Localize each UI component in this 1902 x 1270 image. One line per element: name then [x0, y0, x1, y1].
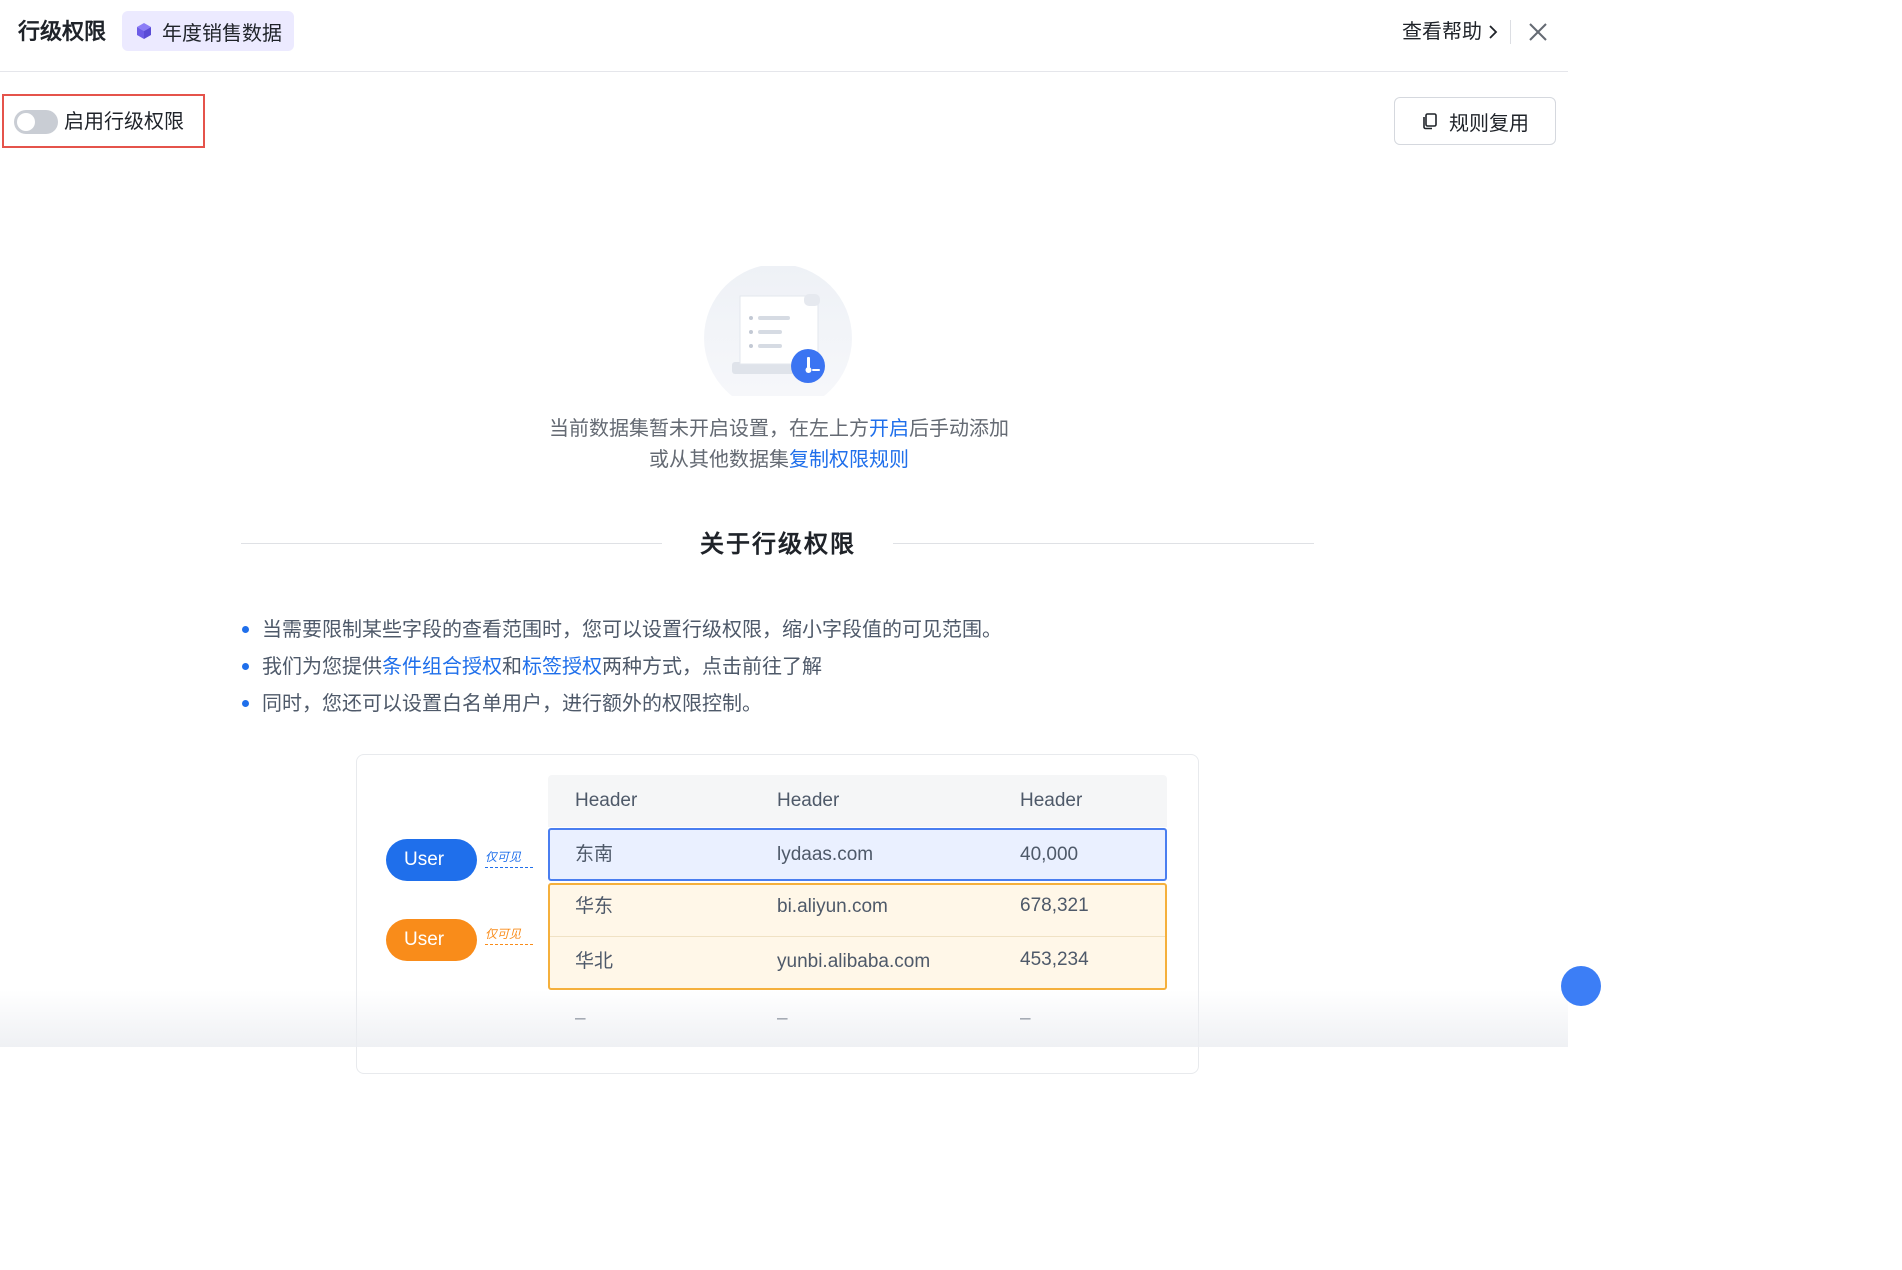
- table-cell: –: [777, 1008, 788, 1029]
- enable-link[interactable]: 开启: [869, 418, 909, 440]
- table-cell: 678,321: [1020, 895, 1089, 916]
- floating-assistant-button[interactable]: [1561, 966, 1601, 1006]
- section-divider-right: [893, 543, 1314, 544]
- bullet-text: 和: [502, 656, 522, 678]
- copy-icon: [1423, 113, 1437, 130]
- bullet-item: 我们为您提供条件组合授权和标签授权两种方式，点击前往了解: [240, 649, 1240, 686]
- row-divider: [550, 936, 1165, 937]
- cube-icon: [137, 23, 151, 39]
- empty-document-illustration: [704, 266, 852, 396]
- help-label: 查看帮助: [1402, 21, 1482, 43]
- user-a-visible-only-label: 仅可见: [485, 849, 533, 868]
- close-icon[interactable]: [1526, 20, 1550, 44]
- empty-state-line-2: 或从其他数据集复制权限规则: [384, 445, 1174, 476]
- dataset-tag[interactable]: 年度销售数据: [122, 11, 294, 51]
- table-cell: –: [1020, 1008, 1031, 1029]
- table-cell: 华北: [575, 951, 614, 972]
- table-cell: –: [575, 1008, 586, 1029]
- switch-knob: [17, 113, 35, 131]
- bullet-text: 当需要限制某些字段的查看范围时，您可以设置行级权限，缩小字段值的可见范围。: [262, 619, 1002, 641]
- empty-line1-suffix: 后手动添加: [909, 418, 1009, 440]
- about-section-title: 关于行级权限: [700, 531, 856, 558]
- table-cell: yunbi.alibaba.com: [777, 951, 931, 972]
- table-cell: 东南: [575, 844, 614, 865]
- header-divider: [1510, 20, 1511, 44]
- table-cell: bi.aliyun.com: [777, 896, 888, 917]
- row-permission-toggle-group: 启用行级权限: [2, 94, 205, 148]
- empty-line1-prefix: 当前数据集暂未开启设置，在左上方: [549, 418, 869, 440]
- rule-reuse-button[interactable]: 规则复用: [1394, 97, 1556, 145]
- table-header-cell: Header: [1020, 790, 1083, 811]
- condition-combination-link[interactable]: 条件组合授权: [382, 656, 502, 678]
- tag-authorization-link[interactable]: 标签授权: [522, 656, 602, 678]
- table-cell: 40,000: [1020, 844, 1079, 865]
- chevron-right-icon: [1489, 25, 1498, 39]
- copy-rules-link[interactable]: 复制权限规则: [789, 449, 909, 471]
- panel-header: 行级权限 年度销售数据 查看帮助: [0, 0, 1568, 72]
- rule-reuse-label: 规则复用: [1449, 112, 1529, 135]
- bullet-item: 同时，您还可以设置白名单用户，进行额外的权限控制。: [240, 686, 1240, 723]
- bullet-item: 当需要限制某些字段的查看范围时，您可以设置行级权限，缩小字段值的可见范围。: [240, 612, 1240, 649]
- table-header-cell: Header: [777, 790, 840, 811]
- section-divider-left: [241, 543, 662, 544]
- table-cell: 华东: [575, 896, 614, 917]
- page-title: 行级权限: [18, 19, 107, 44]
- about-bullets: 当需要限制某些字段的查看范围时，您可以设置行级权限，缩小字段值的可见范围。 我们…: [240, 612, 1240, 723]
- toggle-label: 启用行级权限: [64, 111, 184, 133]
- bullet-text: 我们为您提供: [262, 656, 382, 678]
- user-b-visible-only-label: 仅可见: [485, 926, 533, 945]
- help-link[interactable]: 查看帮助: [1402, 16, 1498, 48]
- bullet-dot: [242, 663, 249, 670]
- empty-state-message: 当前数据集暂未开启设置，在左上方开启后手动添加 或从其他数据集复制权限规则: [384, 414, 1174, 476]
- enable-row-permission-switch[interactable]: [14, 110, 58, 134]
- dataset-name: 年度销售数据: [162, 22, 282, 45]
- empty-line2-prefix: 或从其他数据集: [649, 449, 789, 471]
- bullet-dot: [242, 626, 249, 633]
- bullet-text: 两种方式，点击前往了解: [602, 656, 822, 678]
- table-cell: 453,234: [1020, 949, 1089, 970]
- bullet-dot: [242, 700, 249, 707]
- table-header-cell: Header: [575, 790, 638, 811]
- user-b-badge: User B: [386, 919, 477, 992]
- user-a-badge: User A: [386, 839, 477, 912]
- bullet-text: 同时，您还可以设置白名单用户，进行额外的权限控制。: [262, 693, 762, 715]
- table-cell: lydaas.com: [777, 844, 874, 865]
- empty-state-line-1: 当前数据集暂未开启设置，在左上方开启后手动添加: [384, 414, 1174, 445]
